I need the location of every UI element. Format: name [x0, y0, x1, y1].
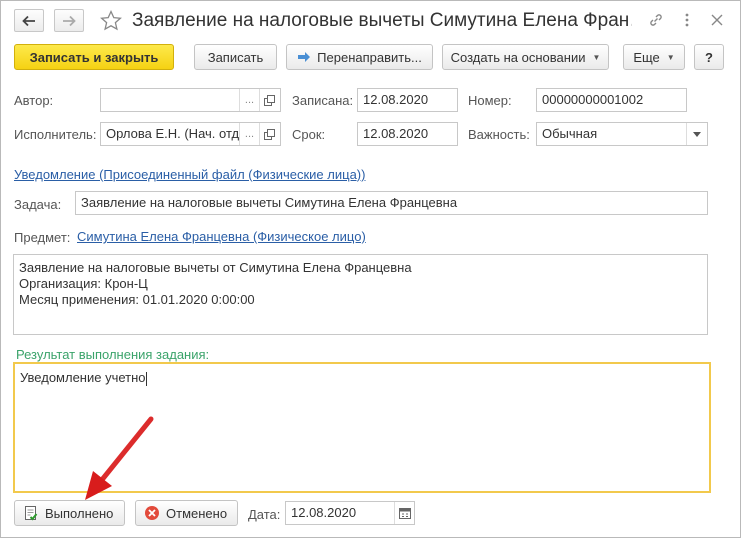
- ellipsis-label: ...: [244, 128, 255, 140]
- description-line: Заявление на налоговые вычеты от Симутин…: [19, 260, 412, 275]
- close-icon[interactable]: [707, 10, 727, 30]
- document-check-icon: [23, 505, 39, 521]
- date-value: 12.08.2020: [291, 505, 357, 520]
- deadline-label: Срок:: [292, 127, 326, 142]
- author-label: Автор:: [14, 93, 54, 108]
- task-description: Заявление на налоговые вычеты от Симутин…: [13, 254, 708, 335]
- task-label: Задача:: [14, 197, 62, 212]
- executor-value: Орлова Е.Н. (Нач. отд: [106, 126, 240, 141]
- help-button[interactable]: ?: [694, 44, 724, 70]
- date-field[interactable]: 12.08.2020: [285, 501, 415, 525]
- importance-value: Обычная: [542, 126, 598, 141]
- chevron-down-icon[interactable]: [686, 123, 707, 145]
- notice-attachment-link[interactable]: Уведомление (Присоединенный файл (Физиче…: [14, 167, 365, 182]
- arrow-left-icon: [22, 15, 35, 26]
- subject-label: Предмет:: [14, 230, 71, 245]
- save-and-close-label: Записать и закрыть: [29, 49, 159, 65]
- redirect-button[interactable]: Перенаправить...: [286, 44, 433, 70]
- text-cursor: [145, 371, 147, 386]
- executor-select-button[interactable]: ...: [239, 123, 259, 145]
- ellipsis-label: ...: [244, 94, 255, 106]
- task-value: Заявление на налоговые вычеты Симутина Е…: [81, 195, 458, 210]
- task-field[interactable]: Заявление на налоговые вычеты Симутина Е…: [75, 191, 708, 215]
- deadline-value: 12.08.2020: [363, 126, 429, 141]
- create-based-on-button[interactable]: Создать на основании ▼: [442, 44, 609, 70]
- forward-button[interactable]: [54, 9, 84, 32]
- dropdown-arrow-icon: ▼: [666, 52, 675, 62]
- description-line: Организация: Крон-Ц: [19, 276, 148, 291]
- written-date-value: 12.08.2020: [363, 92, 429, 107]
- result-label: Результат выполнения задания:: [16, 347, 210, 362]
- written-date-field[interactable]: 12.08.2020: [357, 88, 458, 112]
- author-open-icon[interactable]: [259, 89, 279, 111]
- description-line: Месяц применения: 01.01.2020 0:00:00: [19, 292, 255, 307]
- save-label: Записать: [207, 49, 264, 65]
- deadline-field[interactable]: 12.08.2020: [357, 122, 458, 146]
- more-button[interactable]: Еще ▼: [623, 44, 685, 70]
- executor-open-icon[interactable]: [259, 123, 279, 145]
- arrow-right-icon: [63, 15, 76, 26]
- save-and-close-button[interactable]: Записать и закрыть: [14, 44, 174, 70]
- number-label: Номер:: [468, 93, 512, 108]
- task-window: Заявление на налоговые вычеты Симутина Е…: [0, 0, 741, 538]
- create-based-on-label: Создать на основании: [450, 49, 586, 65]
- result-value: Уведомление учетно: [20, 370, 146, 385]
- done-label: Выполнено: [45, 505, 114, 521]
- title-bar: Заявление на налоговые вычеты Симутина Е…: [1, 1, 741, 41]
- cancel-circle-icon: [144, 505, 160, 521]
- done-button[interactable]: Выполнено: [14, 500, 125, 526]
- date-label: Дата:: [248, 507, 281, 522]
- cancelled-button[interactable]: Отменено: [135, 500, 238, 526]
- dropdown-arrow-icon: ▼: [592, 52, 601, 62]
- back-button[interactable]: [14, 9, 44, 32]
- importance-label: Важность:: [468, 127, 530, 142]
- window-title: Заявление на налоговые вычеты Симутина Е…: [132, 10, 632, 31]
- calendar-icon[interactable]: [394, 502, 414, 524]
- number-field[interactable]: 00000000001002: [536, 88, 687, 112]
- more-label: Еще: [633, 49, 660, 65]
- link-icon[interactable]: [646, 10, 666, 30]
- cancelled-label: Отменено: [166, 505, 228, 521]
- redirect-arrow-icon: [297, 51, 311, 63]
- executor-label: Исполнитель:: [14, 127, 97, 142]
- subject-link[interactable]: Симутина Елена Францевна (Физическое лиц…: [77, 229, 366, 244]
- save-button[interactable]: Записать: [194, 44, 277, 70]
- written-label: Записана:: [292, 93, 354, 108]
- help-label: ?: [705, 49, 713, 65]
- favorite-star-icon[interactable]: [99, 9, 123, 33]
- result-textarea[interactable]: Уведомление учетно: [13, 362, 711, 493]
- redirect-label: Перенаправить...: [317, 49, 422, 65]
- importance-select[interactable]: Обычная: [536, 122, 708, 146]
- author-select-button[interactable]: ...: [239, 89, 259, 111]
- executor-field[interactable]: Орлова Е.Н. (Нач. отд ...: [100, 122, 281, 146]
- more-icon[interactable]: [677, 10, 697, 30]
- author-field[interactable]: ...: [100, 88, 281, 112]
- number-value: 00000000001002: [542, 92, 644, 107]
